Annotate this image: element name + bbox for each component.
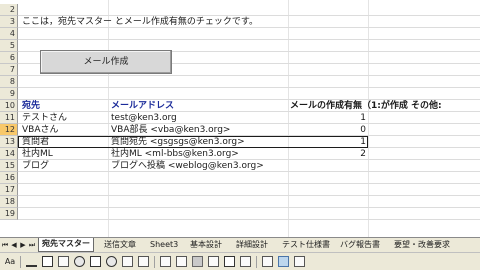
header-create-flag: メールの作成有無（1:が作成 その他:	[290, 101, 442, 111]
font-style-icon[interactable]: Aa	[3, 256, 17, 267]
last-sheet-icon[interactable]: ⏭	[28, 240, 36, 250]
gridline	[18, 195, 480, 196]
column-divider	[108, 0, 109, 237]
tab-detail-design[interactable]: 詳細設計	[236, 239, 268, 251]
row-header[interactable]: 15	[0, 160, 18, 172]
column-divider	[368, 0, 369, 237]
tab-send-text[interactable]: 送信文章	[104, 239, 136, 251]
toolbar-separator	[256, 256, 257, 268]
create-flag[interactable]	[290, 160, 366, 172]
row-header[interactable]: 8	[0, 76, 18, 88]
select-objects-icon[interactable]	[278, 256, 289, 267]
tab-recipient-master[interactable]: 宛先マスター	[38, 238, 94, 252]
header-recipient: 宛先	[22, 101, 41, 111]
spinner-control-icon[interactable]	[176, 256, 187, 267]
row-header[interactable]: 3	[0, 16, 18, 28]
row-header[interactable]: 2	[0, 4, 18, 16]
row-header[interactable]: 10	[0, 100, 18, 112]
tab-sheet3[interactable]: Sheet3	[150, 239, 178, 251]
tab-improvement-requests[interactable]: 要望・改善要求	[394, 239, 450, 251]
scrollbar-control-icon[interactable]	[160, 256, 171, 267]
row-header[interactable]: 4	[0, 28, 18, 40]
create-flag[interactable]: 1	[290, 112, 366, 124]
header-email: メールアドレス	[111, 101, 175, 111]
tab-bug-report[interactable]: バグ報告書	[340, 239, 380, 251]
prev-sheet-icon[interactable]: ◀	[10, 240, 18, 250]
create-flag[interactable]: 2	[290, 148, 366, 160]
drawing-toolbar: Aa	[0, 252, 480, 270]
toolbar-separator	[20, 256, 21, 268]
row-header[interactable]: 14	[0, 148, 18, 160]
recipient-name[interactable]: ブログ	[22, 160, 106, 172]
email-address[interactable]: VBA部長 <vba@ken3.org>	[111, 124, 287, 136]
gridline	[18, 207, 480, 208]
create-flag[interactable]: 0	[290, 124, 366, 136]
first-sheet-icon[interactable]: ⏮	[1, 240, 9, 250]
recipient-name[interactable]: 社内ML	[22, 148, 106, 160]
gridline	[18, 75, 480, 76]
spreadsheet-grid[interactable]: 2 3 4 5 6 7 8 9 10 11 12 13 14 15 16 17 …	[0, 0, 480, 237]
selected-row-outline	[18, 136, 368, 148]
rectangle-icon[interactable]	[42, 256, 53, 267]
row-header[interactable]: 18	[0, 196, 18, 208]
tab-test-spec[interactable]: テスト仕様書	[282, 239, 330, 251]
gridline	[18, 183, 480, 184]
combobox-icon[interactable]	[138, 256, 149, 267]
row-header[interactable]: 11	[0, 112, 18, 124]
row-header[interactable]: 16	[0, 172, 18, 184]
group-box-icon[interactable]	[208, 256, 219, 267]
checkbox-icon[interactable]	[90, 256, 101, 267]
label-control-icon[interactable]	[192, 256, 203, 267]
row-header[interactable]: 13	[0, 136, 18, 148]
properties-icon[interactable]	[262, 256, 273, 267]
line-icon[interactable]	[26, 256, 37, 267]
toolbar-separator	[154, 256, 155, 268]
textbox-icon[interactable]	[58, 256, 69, 267]
intro-text: ここは，宛先マスター とメール作成有無のチェックです。	[22, 17, 258, 27]
ellipse-icon[interactable]	[74, 256, 85, 267]
gridline	[18, 87, 480, 88]
email-address[interactable]: test@ken3.org	[111, 112, 287, 124]
row-header[interactable]: 9	[0, 88, 18, 100]
edit-box-icon[interactable]	[240, 256, 251, 267]
row-header[interactable]: 17	[0, 184, 18, 196]
email-address[interactable]: ブログへ投稿 <weblog@ken3.org>	[111, 160, 287, 172]
grid-toggle-icon[interactable]	[294, 256, 305, 267]
row-header[interactable]: 6	[0, 52, 18, 64]
listbox-icon[interactable]	[122, 256, 133, 267]
email-address[interactable]: 社内ML <ml-bbs@ken3.org>	[111, 148, 287, 160]
row-header[interactable]: 5	[0, 40, 18, 52]
button-control-icon[interactable]	[224, 256, 235, 267]
next-sheet-icon[interactable]: ▶	[19, 240, 27, 250]
create-mail-button[interactable]: メール作成	[40, 50, 172, 74]
sheet-tab-bar: ⏮ ◀ ▶ ⏭ 宛先マスター 送信文章 Sheet3 基本設計 詳細設計 テスト…	[0, 237, 480, 252]
column-divider	[288, 0, 289, 237]
recipient-name[interactable]: VBAさん	[22, 124, 106, 136]
recipient-name[interactable]: テストさん	[22, 112, 106, 124]
gridline	[18, 39, 480, 40]
row-header[interactable]: 19	[0, 208, 18, 220]
option-button-icon[interactable]	[106, 256, 117, 267]
row-header-selected[interactable]: 12	[0, 124, 18, 136]
gridline	[18, 219, 480, 220]
tab-basic-design[interactable]: 基本設計	[190, 239, 222, 251]
row-header[interactable]: 7	[0, 64, 18, 76]
